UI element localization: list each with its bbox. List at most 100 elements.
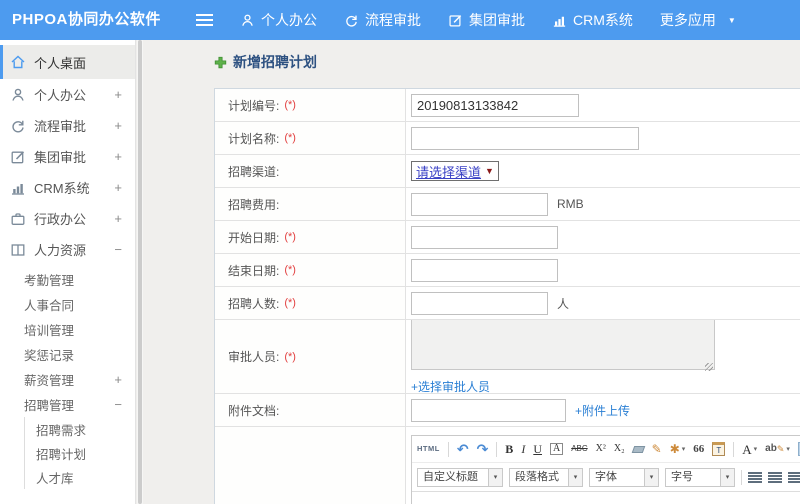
book-icon: [11, 243, 25, 256]
end-date-input[interactable]: [411, 258, 558, 282]
highlight-color-button[interactable]: ab ✎ ▾: [765, 444, 790, 454]
html-source-button[interactable]: HTML: [417, 445, 440, 453]
workflow-icon: [346, 15, 357, 27]
underline-button[interactable]: U: [533, 443, 542, 455]
combo-value: 字体: [589, 467, 645, 487]
paragraph-format-combo[interactable]: 段落格式 ▾: [509, 467, 583, 487]
align-right-icon[interactable]: [788, 471, 800, 483]
required-mark: (*): [284, 297, 296, 309]
sidebar-item-talent-pool[interactable]: 人才库: [25, 465, 135, 489]
expand-toggle[interactable]: +: [114, 149, 122, 164]
toolbar-divider: [741, 469, 742, 485]
sidebar-item-hr[interactable]: 人力资源 −: [0, 234, 135, 265]
hamburger-menu-icon[interactable]: [196, 14, 213, 26]
undo-icon[interactable]: ↶: [457, 442, 469, 456]
sidebar-item-label: CRM系统: [34, 181, 90, 196]
sidebar-item-admin-office[interactable]: 行政办公 +: [0, 203, 135, 234]
attachment-input[interactable]: [411, 398, 566, 422]
expand-toggle[interactable]: +: [114, 87, 122, 102]
top-bar: PHPOA协同办公软件 个人办公 流程审批 集团审批 CRM系统 更多应用 ▼: [0, 0, 800, 40]
edit-icon: [11, 150, 25, 163]
redo-icon[interactable]: ↷: [477, 442, 489, 456]
sidebar-item-workflow-approval[interactable]: 流程审批 +: [0, 110, 135, 141]
submenu-label: 招聘需求: [36, 423, 87, 438]
person-icon: [12, 88, 24, 101]
channel-select[interactable]: 请选择渠道 ▼: [411, 161, 499, 181]
sidebar-item-salary[interactable]: 薪资管理 +: [0, 367, 135, 392]
topmenu-more-apps[interactable]: 更多应用 ▼: [660, 10, 736, 30]
submenu-label: 考勤管理: [24, 274, 75, 288]
cost-input[interactable]: [411, 192, 548, 216]
sidebar-nav: 个人桌面 个人办公 + 流程审批 + 集团审批 + CRM系统 + 行政办公 +…: [0, 40, 136, 504]
start-date-input[interactable]: [411, 225, 558, 249]
sidebar-item-hr-contract[interactable]: 人事合同: [0, 292, 135, 317]
plan-no-input[interactable]: [411, 93, 579, 117]
expand-toggle[interactable]: +: [114, 372, 122, 387]
submenu-label: 招聘管理: [24, 399, 75, 413]
bold-button[interactable]: B: [505, 443, 513, 455]
form-row-start-date: 开始日期: (*): [215, 221, 800, 254]
add-plus-icon: [214, 56, 227, 68]
sidebar-item-label: 人力资源: [34, 243, 87, 258]
editor-content-area[interactable]: [412, 492, 800, 504]
brush-icon[interactable]: ✎: [652, 443, 662, 455]
submenu-label: 奖惩记录: [24, 349, 75, 363]
sidebar-item-training[interactable]: 培训管理: [0, 317, 135, 342]
required-mark: (*): [284, 264, 296, 276]
sidebar-item-personal-office[interactable]: 个人办公 +: [0, 79, 135, 110]
font-family-combo[interactable]: 字体 ▾: [589, 467, 659, 487]
form-row-end-date: 结束日期: (*): [215, 254, 800, 287]
field-label: 开始日期: (*): [215, 221, 406, 253]
collapse-toggle[interactable]: −: [114, 242, 122, 257]
superscript-button[interactable]: X²: [596, 444, 606, 454]
form-row-plan-name: 计划名称: (*): [215, 122, 800, 155]
sidebar-item-rewards[interactable]: 奖惩记录: [0, 342, 135, 367]
expand-toggle[interactable]: +: [114, 211, 122, 226]
font-color-button[interactable]: A ▾: [742, 443, 757, 456]
expand-toggle[interactable]: +: [114, 180, 122, 195]
plan-name-input[interactable]: [411, 126, 639, 150]
expand-toggle[interactable]: +: [114, 118, 122, 133]
topmenu-group-approval[interactable]: 集团审批: [448, 10, 525, 30]
sidebar-item-desktop[interactable]: 个人桌面: [0, 45, 135, 79]
sidebar-scrollbar[interactable]: [137, 40, 143, 504]
align-left-icon[interactable]: [748, 471, 762, 483]
collapse-toggle[interactable]: −: [114, 397, 122, 412]
sidebar-item-group-approval[interactable]: 集团审批 +: [0, 141, 135, 172]
home-icon: [11, 55, 25, 69]
strikethrough-button[interactable]: ABC: [571, 445, 587, 453]
paste-icon[interactable]: T: [712, 442, 726, 456]
sidebar-item-recruit-plan[interactable]: 招聘计划: [25, 441, 135, 465]
heading-style-combo[interactable]: 自定义标题 ▾: [417, 467, 503, 487]
attachment-upload-link[interactable]: +附件上传: [575, 402, 630, 419]
sidebar-item-label: 集团审批: [34, 150, 87, 165]
select-approvers-link[interactable]: +选择审批人员: [411, 378, 490, 393]
italic-button[interactable]: I: [521, 443, 525, 455]
blockquote-button[interactable]: 66: [693, 443, 704, 455]
editor-toolbar-row2: 自定义标题 ▾ 段落格式 ▾ 字体 ▾ 字号 ▾: [412, 463, 800, 492]
topmenu-crm-system[interactable]: CRM系统: [552, 10, 633, 30]
scrollbar-thumb[interactable]: [138, 40, 142, 504]
topmenu-personal-office[interactable]: 个人办公: [240, 10, 317, 30]
topmenu-workflow-approval[interactable]: 流程审批: [344, 10, 421, 30]
sidebar-item-recruitment[interactable]: 招聘管理 −: [0, 392, 135, 417]
format-painter-button[interactable]: ✱ ▾: [670, 443, 686, 455]
field-label: 计划名称: (*): [215, 122, 406, 154]
approvers-textarea[interactable]: [411, 320, 715, 370]
headcount-unit: 人: [557, 296, 570, 311]
sidebar-item-recruit-demand[interactable]: 招聘需求: [25, 417, 135, 441]
combo-value: 字号: [665, 467, 721, 487]
font-size-combo[interactable]: 字号 ▾: [665, 467, 735, 487]
align-center-icon[interactable]: [768, 471, 782, 483]
form-row-channel: 招聘渠道: 请选择渠道 ▼: [215, 155, 800, 188]
resize-grip[interactable]: [705, 363, 713, 371]
required-mark: (*): [284, 231, 296, 243]
eraser-icon[interactable]: [631, 445, 645, 453]
main-content: 新增招聘计划 计划编号: (*) 计划名称: (*) 招聘: [144, 40, 800, 504]
subscript-button[interactable]: X₂: [614, 444, 625, 454]
sidebar-item-label: 行政办公: [34, 212, 87, 227]
headcount-input[interactable]: [411, 291, 548, 315]
sidebar-item-attendance[interactable]: 考勤管理: [0, 267, 135, 292]
sidebar-item-crm[interactable]: CRM系统 +: [0, 172, 135, 203]
font-style-button[interactable]: A: [549, 443, 564, 455]
